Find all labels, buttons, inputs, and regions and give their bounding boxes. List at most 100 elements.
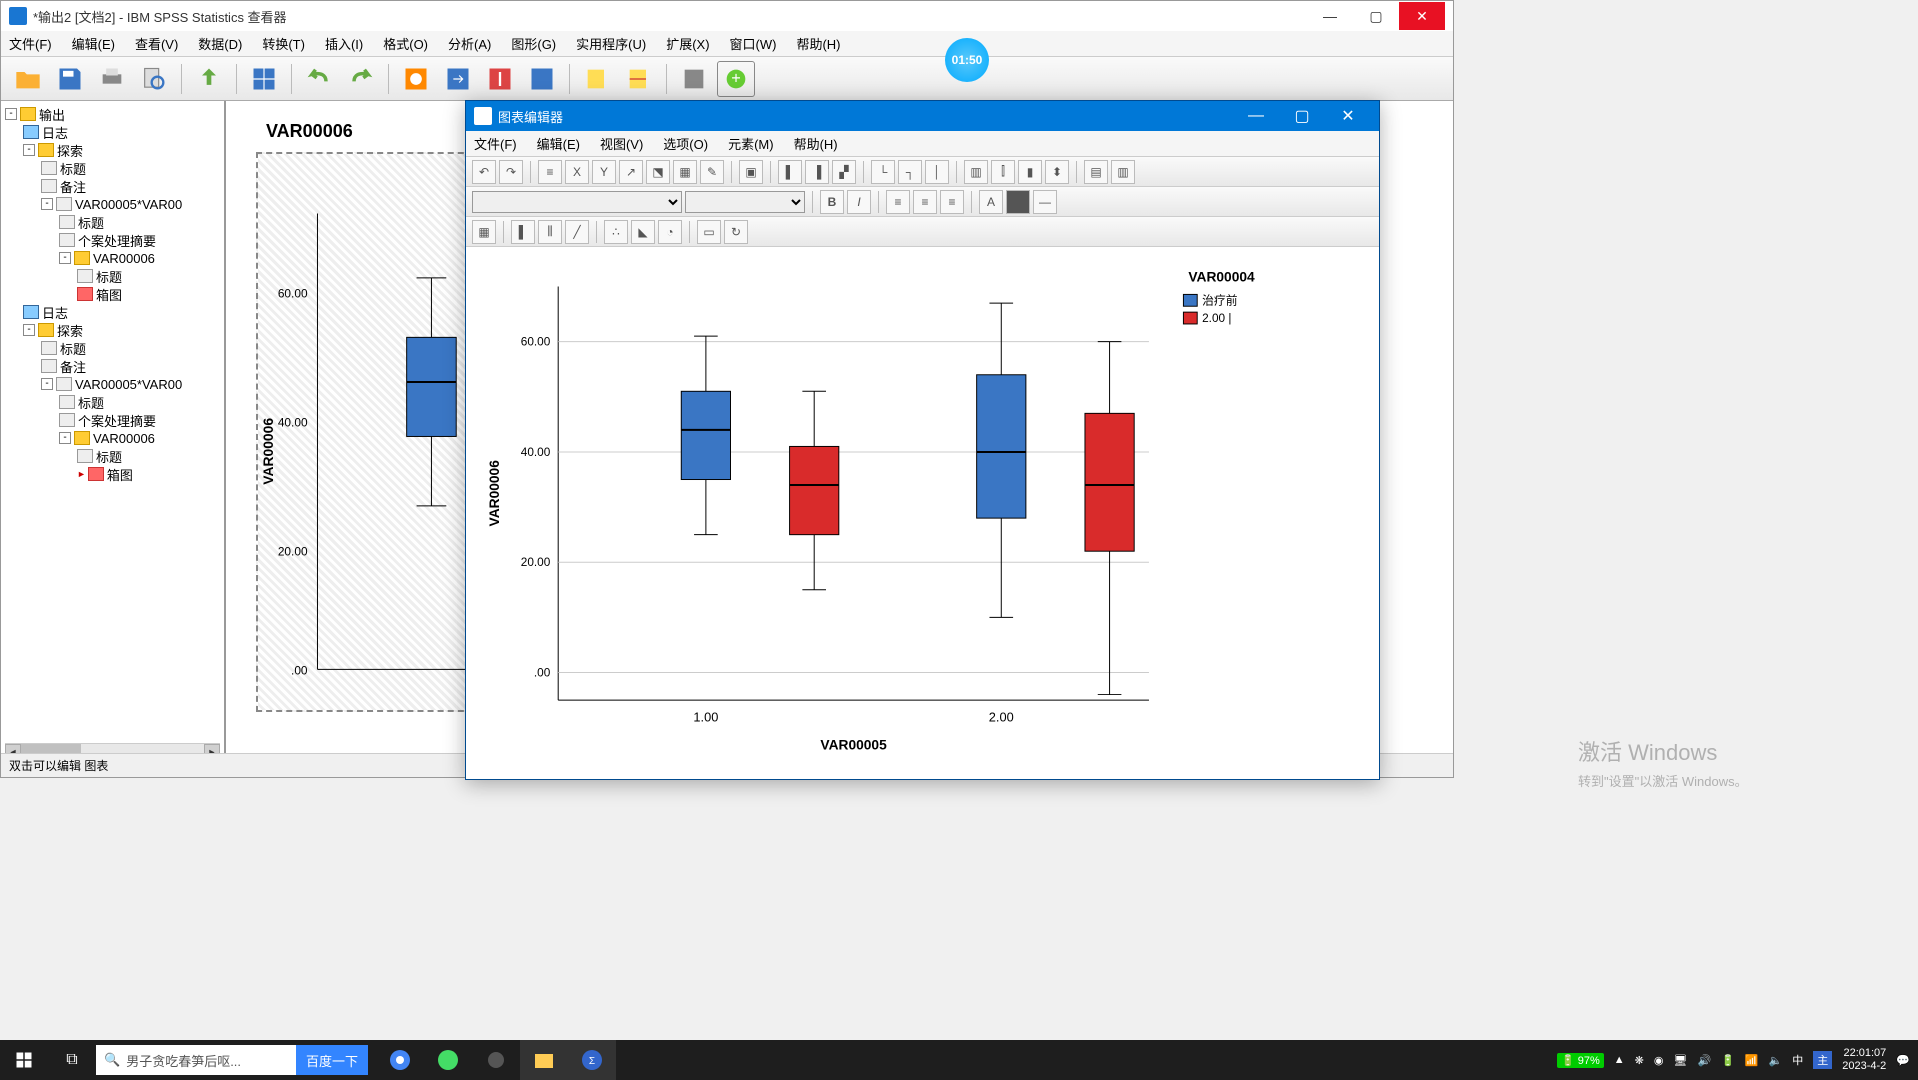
tree-item[interactable]: 标题 — [5, 267, 220, 285]
spss-icon[interactable]: Σ — [568, 1040, 616, 1080]
tray-icon[interactable]: 主 — [1813, 1051, 1832, 1069]
align-left-icon[interactable]: ≡ — [886, 190, 910, 214]
notifications-icon[interactable]: 💬 — [1896, 1054, 1910, 1067]
wifi-icon[interactable]: 📶 — [1745, 1054, 1759, 1067]
tree-item[interactable]: -VAR00005*VAR00 — [5, 195, 220, 213]
tray-icon[interactable]: ▲ — [1614, 1054, 1625, 1066]
more1-icon[interactable]: ▤ — [1084, 160, 1108, 184]
tree-item[interactable]: 箱图 — [5, 465, 220, 483]
preview-icon[interactable] — [135, 61, 173, 97]
area-icon[interactable]: ◣ — [631, 220, 655, 244]
axis2-icon[interactable]: ┐ — [898, 160, 922, 184]
clock[interactable]: 22:01:07 2023-4-2 — [1842, 1047, 1886, 1073]
transpose-icon[interactable]: ⬔ — [646, 160, 670, 184]
y-icon[interactable]: Y — [592, 160, 616, 184]
tray-icon[interactable]: ❋ — [1635, 1054, 1644, 1067]
bold-button[interactable]: B — [820, 190, 844, 214]
tray-icon[interactable]: ◉ — [1654, 1054, 1664, 1067]
grid-icon[interactable]: ▦ — [673, 160, 697, 184]
tree-item[interactable]: 个案处理摘要 — [5, 411, 220, 429]
axis3-icon[interactable]: │ — [925, 160, 949, 184]
weight-icon[interactable] — [675, 61, 713, 97]
redo-icon[interactable] — [342, 61, 380, 97]
font-color-icon[interactable]: A — [979, 190, 1003, 214]
menu-item[interactable]: 数据(D) — [198, 34, 242, 53]
italic-button[interactable]: I — [847, 190, 871, 214]
start-button[interactable] — [0, 1040, 48, 1080]
stack-icon[interactable]: ⬍ — [1045, 160, 1069, 184]
undo-icon[interactable] — [300, 61, 338, 97]
font-size-select[interactable] — [685, 191, 805, 213]
single-icon[interactable]: ▮ — [1018, 160, 1042, 184]
redo-icon[interactable]: ↷ — [499, 160, 523, 184]
open-icon[interactable] — [9, 61, 47, 97]
refresh-icon[interactable]: ↻ — [724, 220, 748, 244]
align-right-icon[interactable]: ≡ — [940, 190, 964, 214]
histo-icon[interactable]: ▥ — [964, 160, 988, 184]
tree-item[interactable]: 日志 — [5, 123, 220, 141]
histogram-icon[interactable]: ⫼ — [538, 220, 562, 244]
menu-item[interactable]: 格式(O) — [383, 34, 428, 53]
volume-icon[interactable]: 🔈 — [1769, 1054, 1783, 1067]
menu-item[interactable]: 转换(T) — [262, 34, 305, 53]
tree-item[interactable]: -VAR00006 — [5, 249, 220, 267]
tree-item[interactable]: -VAR00005*VAR00 — [5, 375, 220, 393]
target-icon[interactable] — [397, 61, 435, 97]
minimize-button[interactable]: — — [1307, 2, 1353, 30]
bars-icon[interactable]: ⫿ — [991, 160, 1015, 184]
insert-icon[interactable] — [578, 61, 616, 97]
ime-indicator[interactable]: 中 — [1792, 1052, 1803, 1068]
tree-item[interactable]: 标题 — [5, 159, 220, 177]
tree-item[interactable]: 个案处理摘要 — [5, 231, 220, 249]
tree-item[interactable]: 标题 — [5, 213, 220, 231]
select-icon[interactable]: ▣ — [739, 160, 763, 184]
tree-item[interactable]: 备注 — [5, 177, 220, 195]
tree-item[interactable]: -探索 — [5, 141, 220, 159]
tree-item[interactable]: 备注 — [5, 357, 220, 375]
tree-item[interactable]: 标题 — [5, 393, 220, 411]
menu-item[interactable]: 扩展(X) — [666, 34, 709, 53]
tray-icon[interactable]: 🖥 — [1673, 1054, 1687, 1067]
line-chart-icon[interactable]: ╱ — [565, 220, 589, 244]
menu-item[interactable]: 元素(M) — [728, 134, 774, 153]
tree-item[interactable]: 日志 — [5, 303, 220, 321]
split-icon[interactable] — [620, 61, 658, 97]
select-icon[interactable]: + — [717, 61, 755, 97]
taskbar-search[interactable]: 🔍 男子贪吃春笋后呕... — [96, 1045, 296, 1075]
font-family-select[interactable] — [472, 191, 682, 213]
menu-item[interactable]: 窗口(W) — [730, 34, 777, 53]
boxplot-chart[interactable]: .0020.0040.0060.00VAR000061.002.00VAR000… — [466, 247, 1379, 779]
close-button[interactable]: ✕ — [1399, 2, 1445, 30]
line-style-icon[interactable]: — — [1033, 190, 1057, 214]
bar2-icon[interactable]: ▐ — [805, 160, 829, 184]
axis1-icon[interactable]: └ — [871, 160, 895, 184]
tray-icon[interactable]: 🔋 — [1721, 1054, 1735, 1067]
chrome-icon[interactable] — [376, 1040, 424, 1080]
menu-item[interactable]: 插入(I) — [325, 34, 363, 53]
tree-item[interactable]: -VAR00006 — [5, 429, 220, 447]
bar3-icon[interactable]: ▞ — [832, 160, 856, 184]
chart-type-icon[interactable]: ▦ — [472, 220, 496, 244]
scatter-icon[interactable]: ∴ — [604, 220, 628, 244]
menu-item[interactable]: 分析(A) — [448, 34, 491, 53]
menu-item[interactable]: 文件(F) — [474, 134, 517, 153]
undo-icon[interactable]: ↶ — [472, 160, 496, 184]
ce-minimize-button[interactable]: — — [1233, 102, 1279, 130]
more2-icon[interactable]: ▥ — [1111, 160, 1135, 184]
tree-root[interactable]: 输出 — [39, 105, 65, 124]
menu-item[interactable]: 编辑(E) — [72, 34, 115, 53]
tree-item[interactable]: 箱图 — [5, 285, 220, 303]
menu-item[interactable]: 文件(F) — [9, 34, 52, 53]
tree-item[interactable]: 标题 — [5, 447, 220, 465]
ce-maximize-button[interactable]: ▢ — [1279, 102, 1325, 130]
system-tray[interactable]: 🔋 97% ▲ ❋ ◉ 🖥 🔊 🔋 📶 🔈 中 主 22:01:07 2023-… — [1557, 1047, 1918, 1073]
tree-hscroll[interactable]: ◄► — [5, 743, 220, 753]
maximize-button[interactable]: ▢ — [1353, 2, 1399, 30]
tree-item[interactable]: -探索 — [5, 321, 220, 339]
menu-item[interactable]: 选项(O) — [663, 134, 708, 153]
tree-item[interactable]: 标题 — [5, 339, 220, 357]
variables-icon[interactable] — [481, 61, 519, 97]
task-view-button[interactable]: ⧉ — [48, 1040, 96, 1080]
menu-item[interactable]: 帮助(H) — [796, 34, 840, 53]
print-icon[interactable] — [93, 61, 131, 97]
